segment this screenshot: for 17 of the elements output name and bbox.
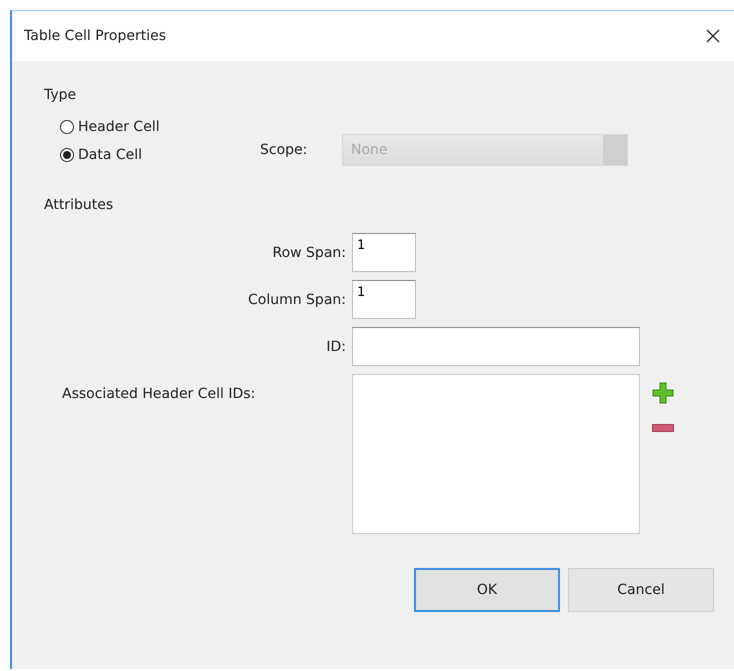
input-field[interactable]: 1 bbox=[352, 233, 416, 272]
window-title: Table Cell Properties bbox=[24, 28, 166, 44]
add-icon[interactable] bbox=[652, 382, 674, 404]
scope-label: Scope: bbox=[260, 142, 308, 158]
field-label: Associated Header Cell IDs: bbox=[61, 385, 256, 404]
section-label: Type bbox=[44, 87, 78, 103]
field-label: Column Span: bbox=[246, 292, 347, 308]
radio-button[interactable]: Data Cell bbox=[60, 147, 260, 163]
radio-button[interactable]: Header Cell bbox=[60, 119, 260, 135]
close-icon[interactable] bbox=[706, 29, 720, 43]
ok-button[interactable]: OK bbox=[414, 568, 560, 612]
input-field[interactable] bbox=[352, 327, 640, 366]
field-label: Row Span: bbox=[271, 244, 347, 260]
section-label: Attributes bbox=[44, 197, 114, 213]
cancel-button[interactable]: Cancel bbox=[568, 568, 714, 612]
field-label: ID: bbox=[325, 338, 347, 354]
input-field[interactable]: 1 bbox=[352, 280, 416, 319]
